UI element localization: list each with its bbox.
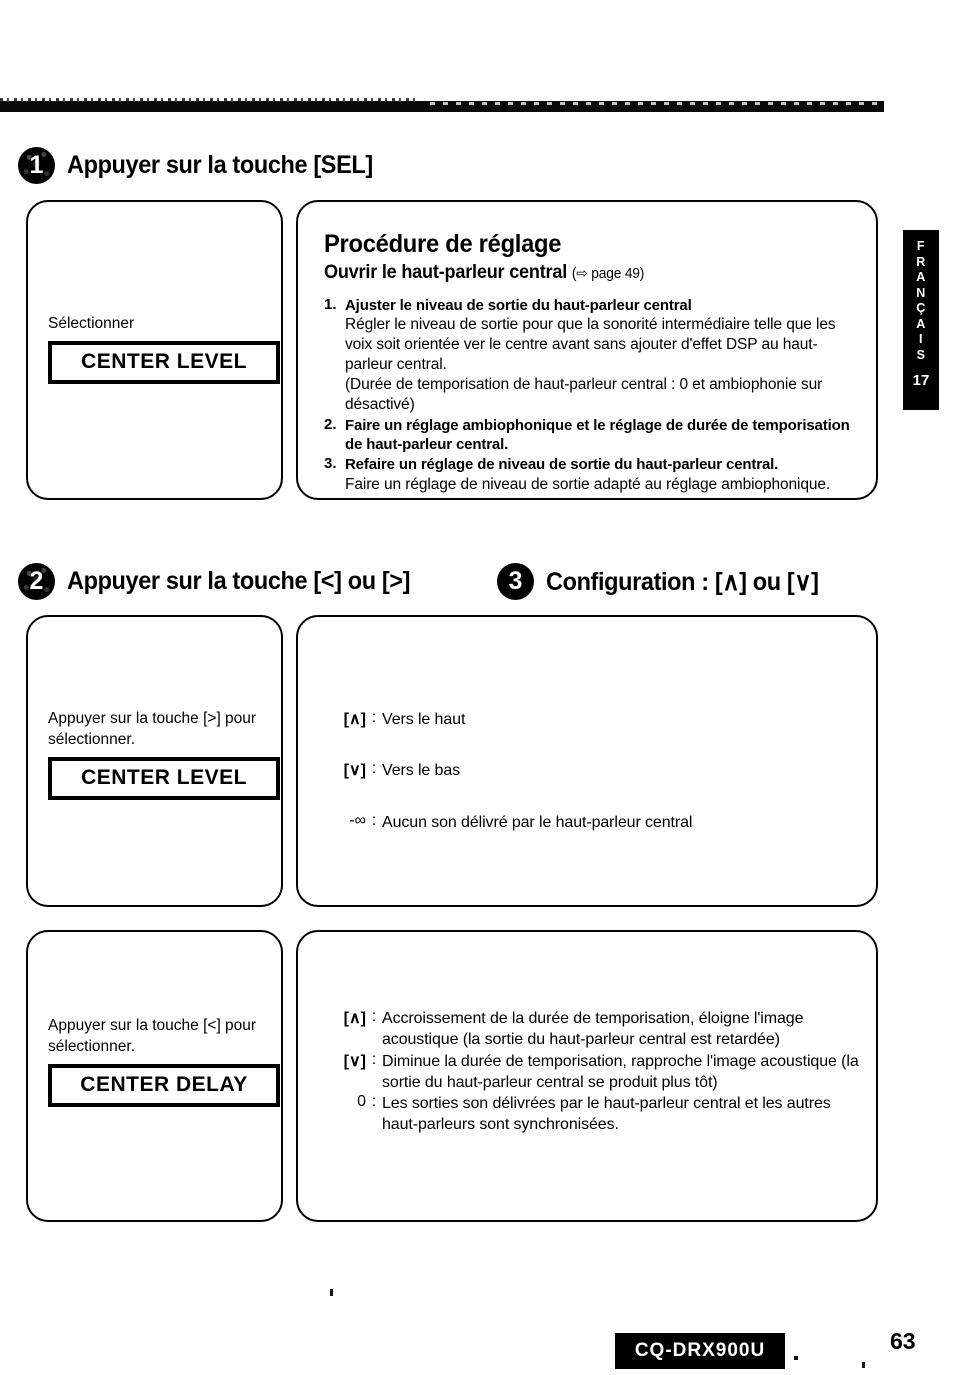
definition-value: Vers le bas (382, 762, 461, 780)
step-1-heading: 1 Appuyer sur la touche [SEL] (18, 147, 392, 184)
definition-key: -∞ (349, 811, 366, 829)
definition-key: [∨] (343, 1052, 366, 1070)
definition-row: [∨] : Diminue la durée de temporisation,… (320, 1051, 868, 1094)
definition-colon: : (371, 1050, 377, 1068)
step-2-left-panel: Appuyer sur la touche [>] pour sélection… (26, 615, 283, 907)
center-delay-definition-list: [∧] : Accroissement de la durée de tempo… (320, 1008, 868, 1136)
step-1-title: Appuyer sur la touche [SEL] (67, 151, 373, 179)
center-level-definition-list: [∧] : Vers le haut [∨] : Vers le bas -∞ … (320, 709, 860, 833)
step-2-badge: 2 (18, 563, 55, 600)
side-tab-letter: Ç (916, 301, 926, 315)
procedure-step-desc: Régler le niveau de sortie pour que la s… (345, 316, 836, 374)
step-2-delay-left-panel: Appuyer sur la touche [<] pour sélection… (26, 930, 283, 1222)
procedure-panel: Procédure de réglage Ouvrir le haut-parl… (296, 200, 878, 500)
procedure-step-number: 2. (324, 416, 337, 434)
procedure-step-item: 1. Ajuster le niveau de sortie du haut-p… (324, 296, 858, 415)
procedure-step-desc: Faire un réglage de niveau de sortie ada… (345, 475, 831, 493)
language-side-tab: F R A N Ç A I S 17 (903, 230, 939, 410)
step-1-left-panel: Sélectionner CENTER LEVEL (26, 200, 283, 500)
definition-colon: : (371, 811, 377, 829)
step-2-display-center-level: CENTER LEVEL (48, 756, 280, 800)
definition-key: [∧] (343, 1010, 366, 1027)
step-3-level-panel: [∧] : Vers le haut [∨] : Vers le bas -∞ … (296, 615, 878, 907)
side-tab-letter: S (916, 347, 926, 362)
scan-speck (330, 1289, 333, 1296)
page-number: 63 (890, 1328, 916, 1354)
definition-colon: : (371, 1008, 377, 1025)
definition-key: [∧] (343, 711, 366, 728)
procedure-step-desc-secondary: (Durée de temporisation de haut-parleur … (345, 376, 823, 414)
step-2-display-center-delay: CENTER DELAY (48, 1063, 280, 1107)
procedure-step-item: 2. Faire un réglage ambiophonique et le … (324, 416, 858, 454)
definition-row: -∞ : Aucun son délivré par le haut-parle… (320, 812, 860, 833)
side-tab-number: 17 (912, 372, 930, 389)
step-3-heading: 3 Configuration : [∧] ou [∨] (497, 563, 836, 600)
definition-key: [∨] (343, 762, 366, 780)
procedure-step-number: 1. (324, 296, 337, 313)
definition-colon: : (371, 1093, 377, 1111)
side-tab-letter: A (916, 270, 926, 284)
definition-row: 0 : Les sorties son délivrées par le hau… (320, 1093, 868, 1136)
step-1-badge: 1 (18, 147, 55, 184)
step-1-left-caption: Sélectionner (48, 315, 135, 332)
procedure-step-item: 3. Refaire un réglage de niveau de sorti… (324, 455, 858, 494)
procedure-step-list: 1. Ajuster le niveau de sortie du haut-p… (324, 296, 858, 495)
definition-value: Diminue la durée de temporisation, rappr… (382, 1052, 859, 1091)
definition-key: 0 (357, 1093, 366, 1111)
scan-artifact-rule (0, 98, 884, 112)
model-number-badge: CQ-DRX900U (615, 1333, 785, 1369)
procedure-step-lead: Ajuster le niveau de sortie du haut-parl… (345, 297, 692, 314)
procedure-page-reference: (⇨ page 49) (571, 266, 645, 282)
step-1-display-center-level: CENTER LEVEL (48, 340, 280, 384)
step-2-heading: 2 Appuyer sur la touche [<] ou [>] (18, 563, 432, 600)
definition-value: Accroissement de la durée de temporisati… (382, 1010, 804, 1049)
procedure-step-number: 3. (324, 455, 337, 473)
definition-colon: : (371, 709, 377, 726)
step-2-left-caption: Appuyer sur la touche [>] pour sélection… (48, 710, 257, 748)
scan-speck (794, 1356, 798, 1360)
definition-row: [∧] : Vers le haut (320, 709, 860, 730)
side-tab-letter: A (916, 316, 926, 331)
definition-value: Les sorties son délivrées par le haut-pa… (382, 1095, 831, 1134)
step-3-title: Configuration : [∧] ou [∨] (546, 567, 819, 596)
step-3-delay-panel: [∧] : Accroissement de la durée de tempo… (296, 930, 878, 1222)
procedure-subtitle-text: Ouvrir le haut-parleur central (324, 262, 568, 283)
side-tab-letter: R (916, 254, 926, 269)
procedure-subtitle: Ouvrir le haut-parleur central (⇨ page 4… (324, 262, 831, 284)
scan-speck (862, 1362, 865, 1368)
definition-colon: : (371, 760, 377, 778)
side-tab-letter: I (919, 332, 923, 346)
step-3-badge: 3 (497, 563, 534, 600)
definition-row: [∨] : Vers le bas (320, 760, 860, 781)
procedure-title: Procédure de réglage (324, 230, 562, 258)
step-2-title: Appuyer sur la touche [<] ou [>] (67, 567, 411, 595)
definition-value: Aucun son délivré par le haut-parleur ce… (382, 813, 693, 831)
procedure-step-lead: Faire un réglage ambiophonique et le rég… (345, 417, 850, 454)
definition-row: [∧] : Accroissement de la durée de tempo… (320, 1008, 868, 1051)
side-tab-letter: F (916, 239, 926, 253)
step-2-delay-caption: Appuyer sur la touche [<] pour sélection… (48, 1017, 257, 1055)
side-tab-letter: N (916, 285, 926, 300)
procedure-step-lead: Refaire un réglage de niveau de sortie d… (345, 456, 779, 474)
definition-value: Vers le haut (382, 711, 466, 728)
